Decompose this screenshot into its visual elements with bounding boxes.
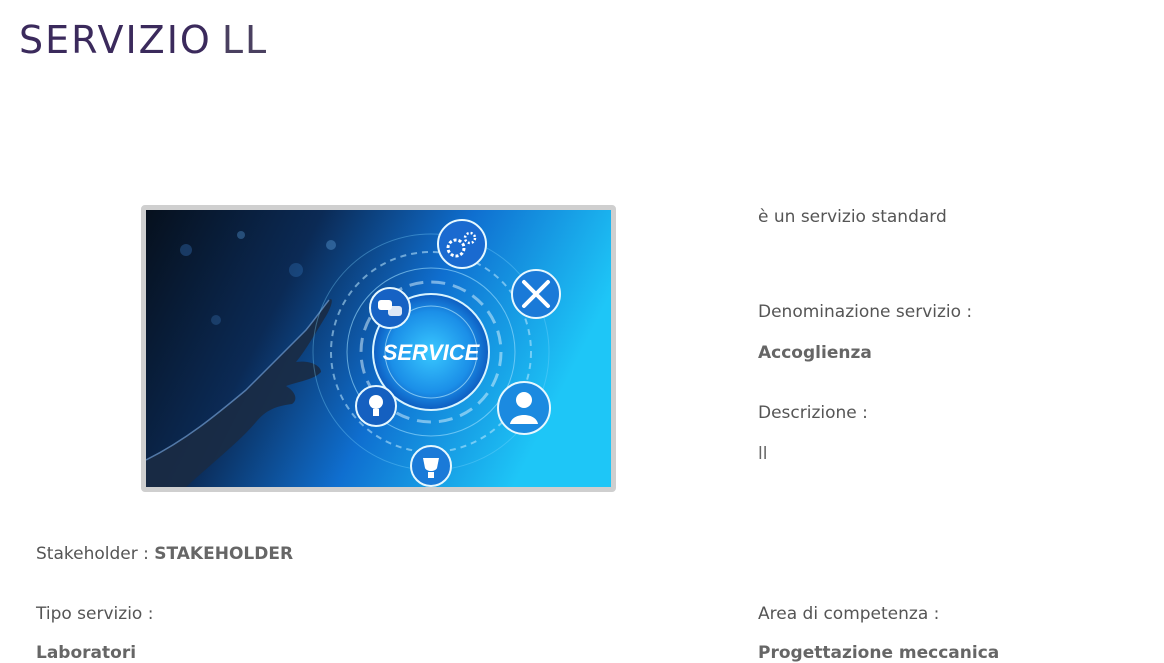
stakeholder-label: Stakeholder : — [36, 544, 149, 564]
descrizione-label: Descrizione : — [758, 403, 868, 423]
descrizione-value: ll — [758, 444, 768, 464]
service-standard-note: è un servizio standard — [758, 207, 947, 227]
denominazione-value: Accoglienza — [758, 343, 872, 363]
support-agent-icon — [497, 381, 551, 435]
lightbulb-icon — [355, 385, 397, 427]
area-competenza-label: Area di competenza : — [758, 604, 940, 624]
tipo-servizio-label: Tipo servizio : — [36, 604, 154, 624]
page-title-suffix: LL — [221, 18, 269, 62]
service-image: SERVICE — [141, 205, 616, 492]
denominazione-label: Denominazione servizio : — [758, 302, 973, 322]
page-title: SERVIZIO LL — [19, 18, 268, 62]
tools-icon — [511, 269, 561, 319]
trophy-icon — [410, 445, 452, 487]
service-image-label: SERVICE — [383, 340, 481, 365]
gears-icon — [437, 219, 487, 269]
area-competenza-value: Progettazione meccanica — [758, 643, 1000, 663]
stakeholder-row: Stakeholder : STAKEHOLDER — [36, 544, 293, 564]
chat-icon — [369, 287, 411, 329]
tipo-servizio-value: Laboratori — [36, 643, 137, 663]
stakeholder-value: STAKEHOLDER — [154, 544, 294, 564]
page-title-main: SERVIZIO — [19, 18, 212, 62]
